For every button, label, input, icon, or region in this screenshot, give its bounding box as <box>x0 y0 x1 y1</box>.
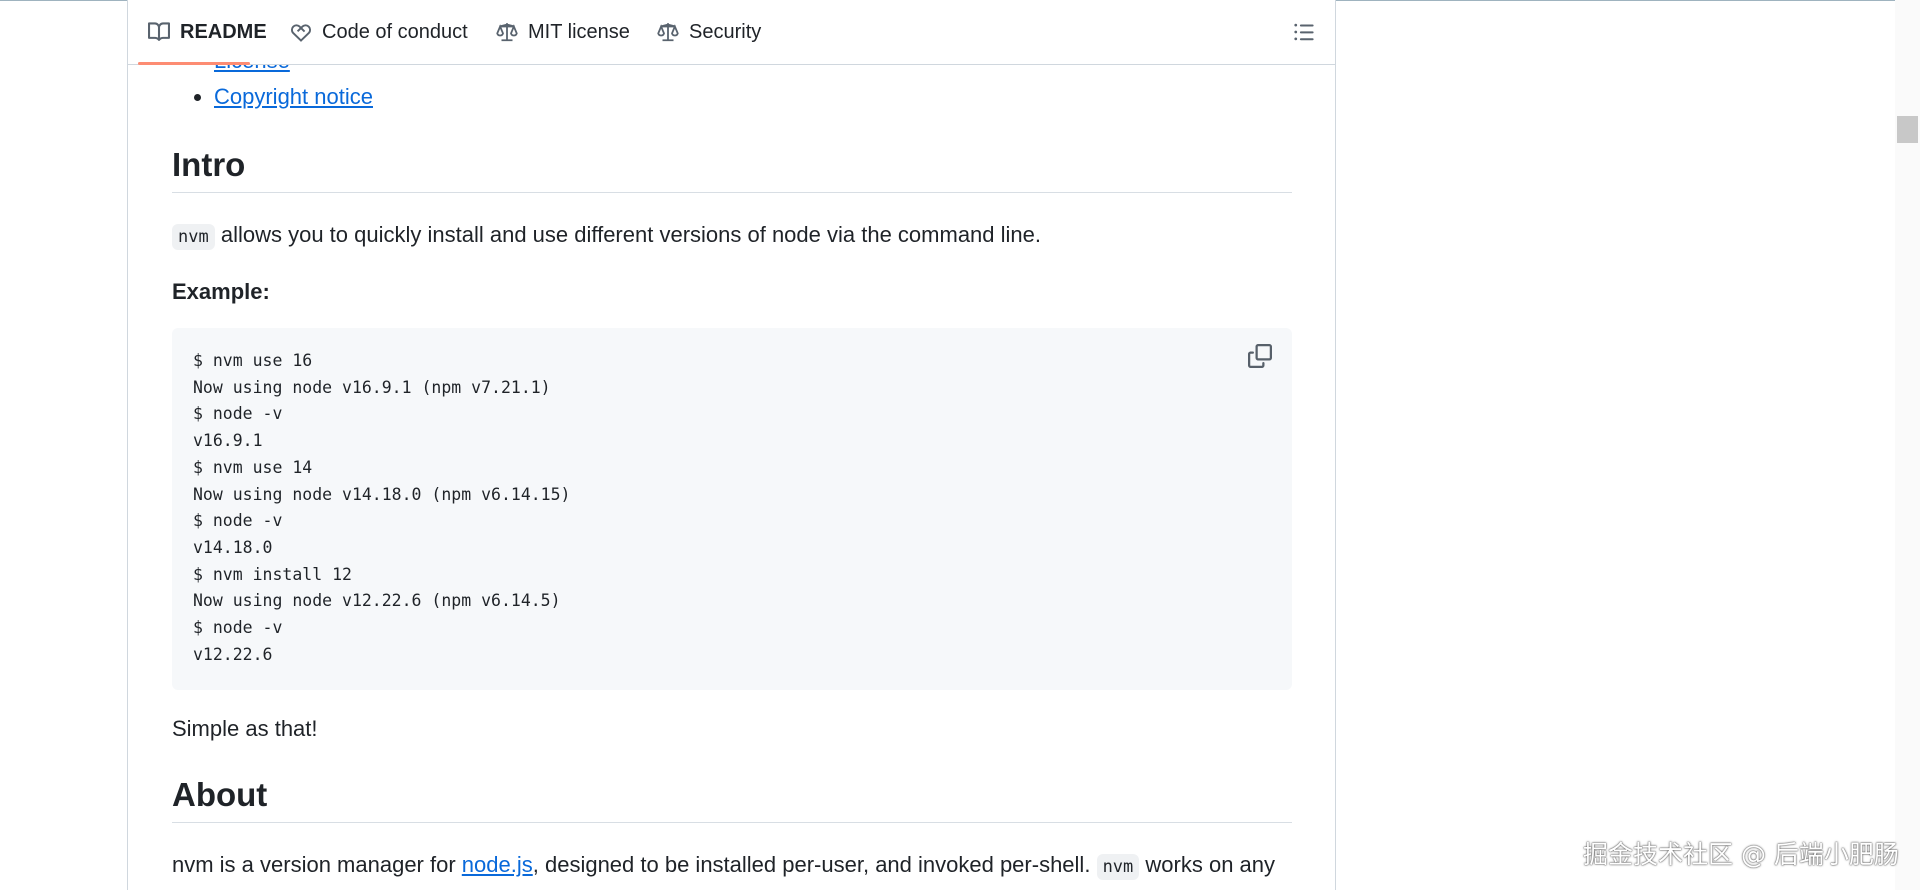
toc-item-copyright[interactable]: Copyright notice <box>194 84 373 110</box>
tab-security[interactable]: Security <box>657 0 761 64</box>
code-line: Now using node v12.22.6 (npm v6.14.5) <box>193 591 561 611</box>
outline-button[interactable] <box>1293 21 1315 43</box>
code-line: Now using node v16.9.1 (npm v7.21.1) <box>193 377 551 397</box>
copy-icon <box>1248 344 1272 368</box>
tab-code-of-conduct[interactable]: Code of conduct <box>290 0 468 64</box>
tab-mit-license-label: MIT license <box>528 20 630 43</box>
about-heading: About <box>172 776 1292 823</box>
intro-text: allows you to quickly install and use di… <box>220 222 1041 247</box>
simple-text: Simple as that! <box>172 716 318 741</box>
code-line: v12.22.6 <box>193 644 273 664</box>
code-line: v16.9.1 <box>193 431 263 451</box>
about-prefix: nvm is a version manager for <box>172 852 456 877</box>
readme-tab-bar: README Code of conduct MIT license Secur… <box>128 0 1335 65</box>
intro-heading: Intro <box>172 146 1292 193</box>
code-line: $ nvm use 16 <box>193 351 313 370</box>
code-lines: $ nvm use 16 Now using node v16.9.1 (npm … <box>193 348 571 668</box>
copyright-notice-link[interactable]: Copyright notice <box>214 84 373 109</box>
tab-mit-license[interactable]: MIT license <box>496 0 630 64</box>
nvm-inline-code-about: nvm <box>1096 854 1140 880</box>
intro-paragraph: nvm allows you to quickly install and us… <box>172 222 1041 250</box>
code-line: $ node -v <box>193 618 283 638</box>
tab-security-label: Security <box>689 20 762 43</box>
copy-button[interactable] <box>1248 344 1272 368</box>
code-line: $ nvm install 12 <box>193 564 352 584</box>
code-line: Now using node v14.18.0 (npm v6.14.15) <box>193 484 571 504</box>
code-block: $ nvm use 16 Now using node v16.9.1 (npm … <box>172 328 1292 690</box>
law-icon <box>657 23 679 42</box>
code-line: $ node -v <box>193 511 283 531</box>
law-icon <box>496 23 518 42</box>
page-scrollbar-thumb[interactable] <box>1897 116 1918 143</box>
book-icon <box>148 22 170 41</box>
nvm-inline-code: nvm <box>172 224 215 250</box>
tab-readme-label: README <box>180 20 267 43</box>
about-middle: , designed to be installed per-user, and… <box>532 852 1091 877</box>
code-line: $ nvm use 14 <box>193 457 313 477</box>
list-bullet <box>194 94 201 101</box>
watermark: 掘金技术社区 @ 后端小肥肠 <box>1583 840 1899 869</box>
tab-code-of-conduct-label: Code of conduct <box>322 20 468 43</box>
list-unordered-icon <box>1294 23 1314 41</box>
about-suffix: works on any <box>1145 852 1276 877</box>
heart-handshake-icon <box>290 24 312 42</box>
tab-readme[interactable]: README <box>148 0 267 64</box>
example-label: Example: <box>172 279 270 304</box>
readme-panel: License Copyright notice Intro nvm allow… <box>127 0 1336 890</box>
code-line: v14.18.0 <box>193 537 273 557</box>
code-line: $ node -v <box>193 404 283 424</box>
active-tab-indicator <box>138 62 250 65</box>
nodejs-link[interactable]: node.js <box>462 852 533 877</box>
about-paragraph: nvm is a version manager for node.js, de… <box>172 852 1276 880</box>
